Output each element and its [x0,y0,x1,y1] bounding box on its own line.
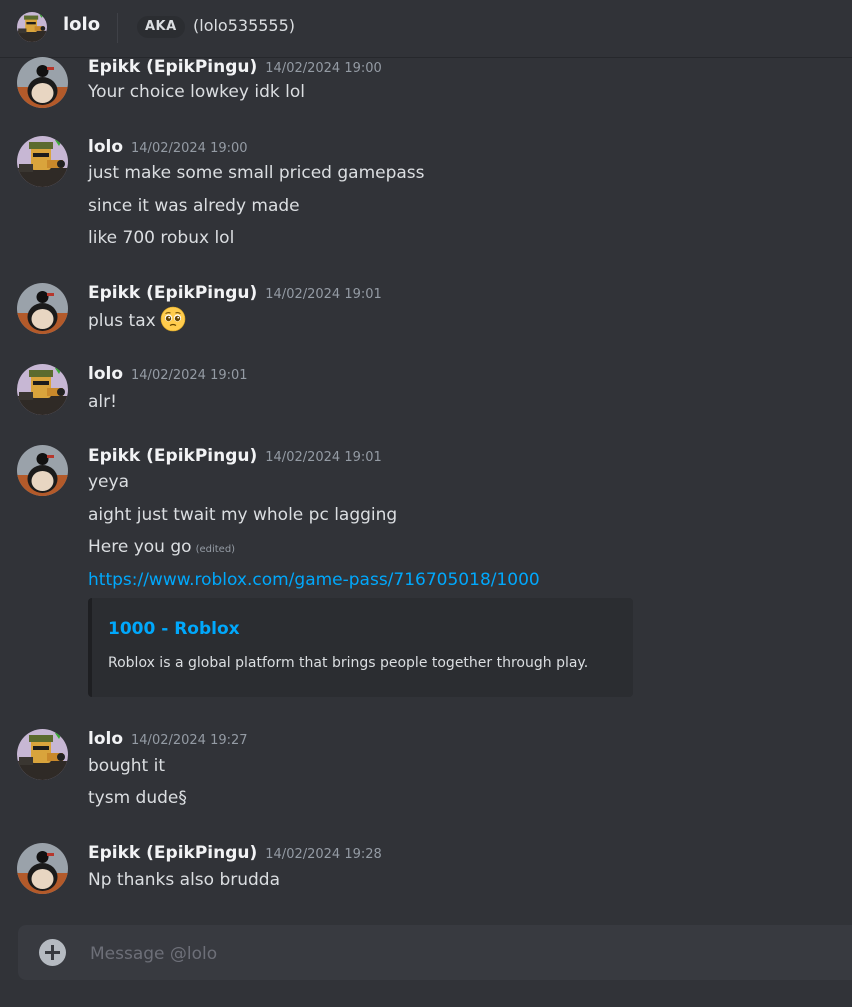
message-author[interactable]: lolo [88,364,123,384]
message-text: like 700 robux lol [88,228,235,248]
message-text-row: Here you go (edited) [88,537,235,557]
embed-description: Roblox is a global platform that brings … [108,655,589,671]
message-author[interactable]: Epikk (EpikPingu) [88,843,257,863]
message-text: since it was alredy made [88,196,300,216]
message-text-row: plus tax [88,310,186,332]
penguin-avatar-icon[interactable] [17,445,68,496]
message-text: plus tax [88,311,156,331]
pleading-face-emoji-icon[interactable] [160,306,186,332]
soldier-avatar-icon[interactable] [17,364,68,415]
soldier-avatar-icon[interactable] [17,136,68,187]
message-text: Here you go [88,537,192,557]
message-composer [18,925,852,982]
message-author[interactable]: lolo [88,729,123,749]
message-timestamp: 14/02/2024 19:01 [265,287,382,302]
message-text: aight just twait my whole pc lagging [88,505,398,525]
message-timestamp: 14/02/2024 19:00 [131,141,248,156]
message-input[interactable] [88,925,832,982]
plus-circle-icon[interactable] [39,939,66,966]
message-text: Your choice lowkey idk lol [88,82,305,102]
message-author[interactable]: lolo [88,137,123,157]
message-text: tysm dude§ [88,788,187,808]
message-author[interactable]: Epikk (EpikPingu) [88,446,257,466]
message-text: bought it [88,756,165,776]
message-text: Np thanks also brudda [88,870,281,890]
soldier-avatar-icon[interactable] [17,12,47,42]
header-divider [117,13,118,43]
message-link[interactable]: https://www.roblox.com/game-pass/7167050… [88,570,540,590]
aka-badge[interactable]: AKA [137,16,185,38]
message-timestamp: 14/02/2024 19:28 [265,847,382,862]
edited-label: (edited) [195,544,236,555]
message-text: just make some small priced gamepass [88,163,425,183]
message-timestamp: 14/02/2024 19:00 [265,61,382,76]
message-timestamp: 14/02/2024 19:01 [265,450,382,465]
message-timestamp: 14/02/2024 19:01 [131,368,248,383]
penguin-avatar-icon[interactable] [17,57,68,108]
message-timestamp: 14/02/2024 19:27 [131,733,248,748]
message-text: alr! [88,392,117,412]
message-author[interactable]: Epikk (EpikPingu) [88,283,257,303]
dm-username[interactable]: lolo [63,14,100,35]
penguin-avatar-icon[interactable] [17,843,68,894]
dm-header: lolo AKA (lolo535555) [0,0,852,58]
embed-title[interactable]: 1000 - Roblox [108,619,240,639]
message-author[interactable]: Epikk (EpikPingu) [88,57,257,77]
aka-username: (lolo535555) [193,16,296,35]
penguin-avatar-icon[interactable] [17,283,68,334]
message-text: yeya [88,472,129,492]
soldier-avatar-icon[interactable] [17,729,68,780]
link-embed: 1000 - Roblox Roblox is a global platfor… [88,598,633,697]
